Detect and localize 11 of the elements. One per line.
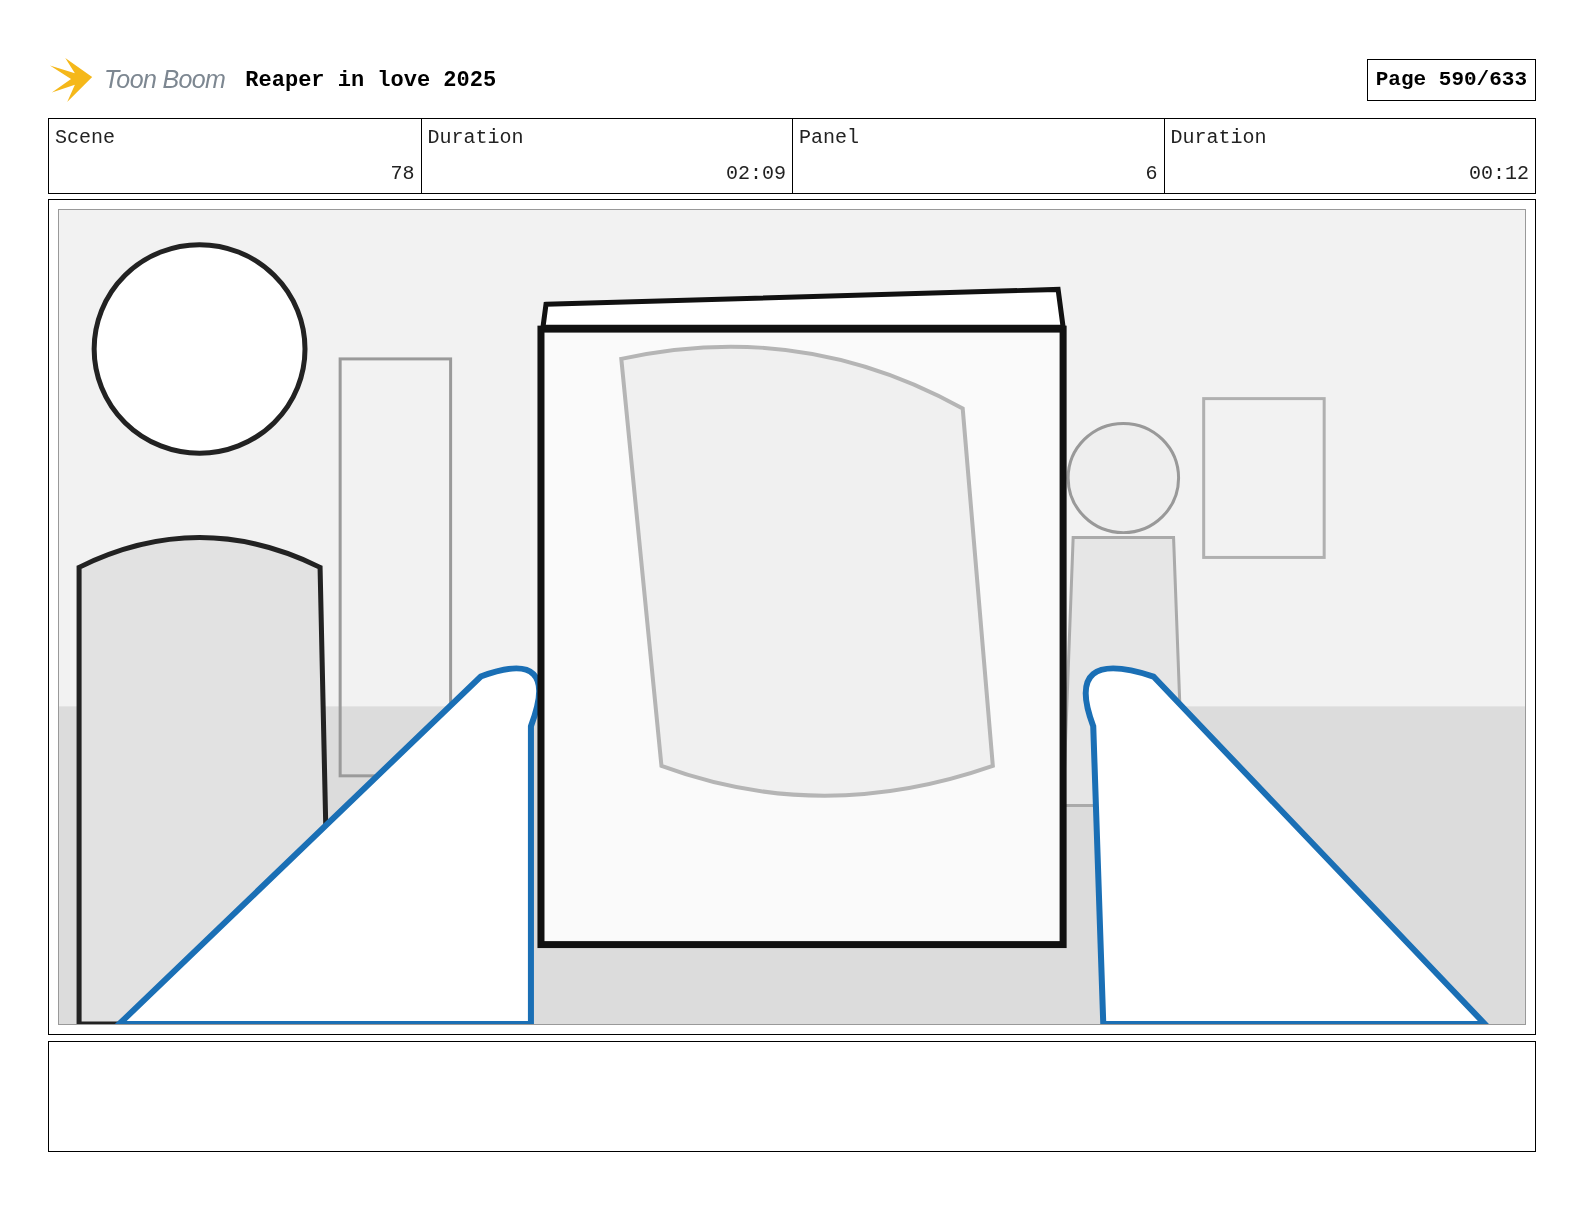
column-header: Duration — [1170, 125, 1267, 151]
column-header: Scene — [55, 125, 115, 151]
table-cell-text: 02:09 — [725, 161, 786, 187]
page-number: Page 590/633 — [1366, 59, 1536, 101]
table-cell-text: 00:12 — [1468, 161, 1529, 187]
column-header: Panel — [799, 125, 859, 151]
project-title: Reaper in love 2025 — [245, 66, 497, 95]
logo-text: Toon Boom — [104, 64, 226, 96]
table-cell-text: 78 — [389, 161, 415, 187]
column-header: Duration — [427, 125, 524, 151]
table-cell-text: 6 — [1144, 161, 1158, 187]
